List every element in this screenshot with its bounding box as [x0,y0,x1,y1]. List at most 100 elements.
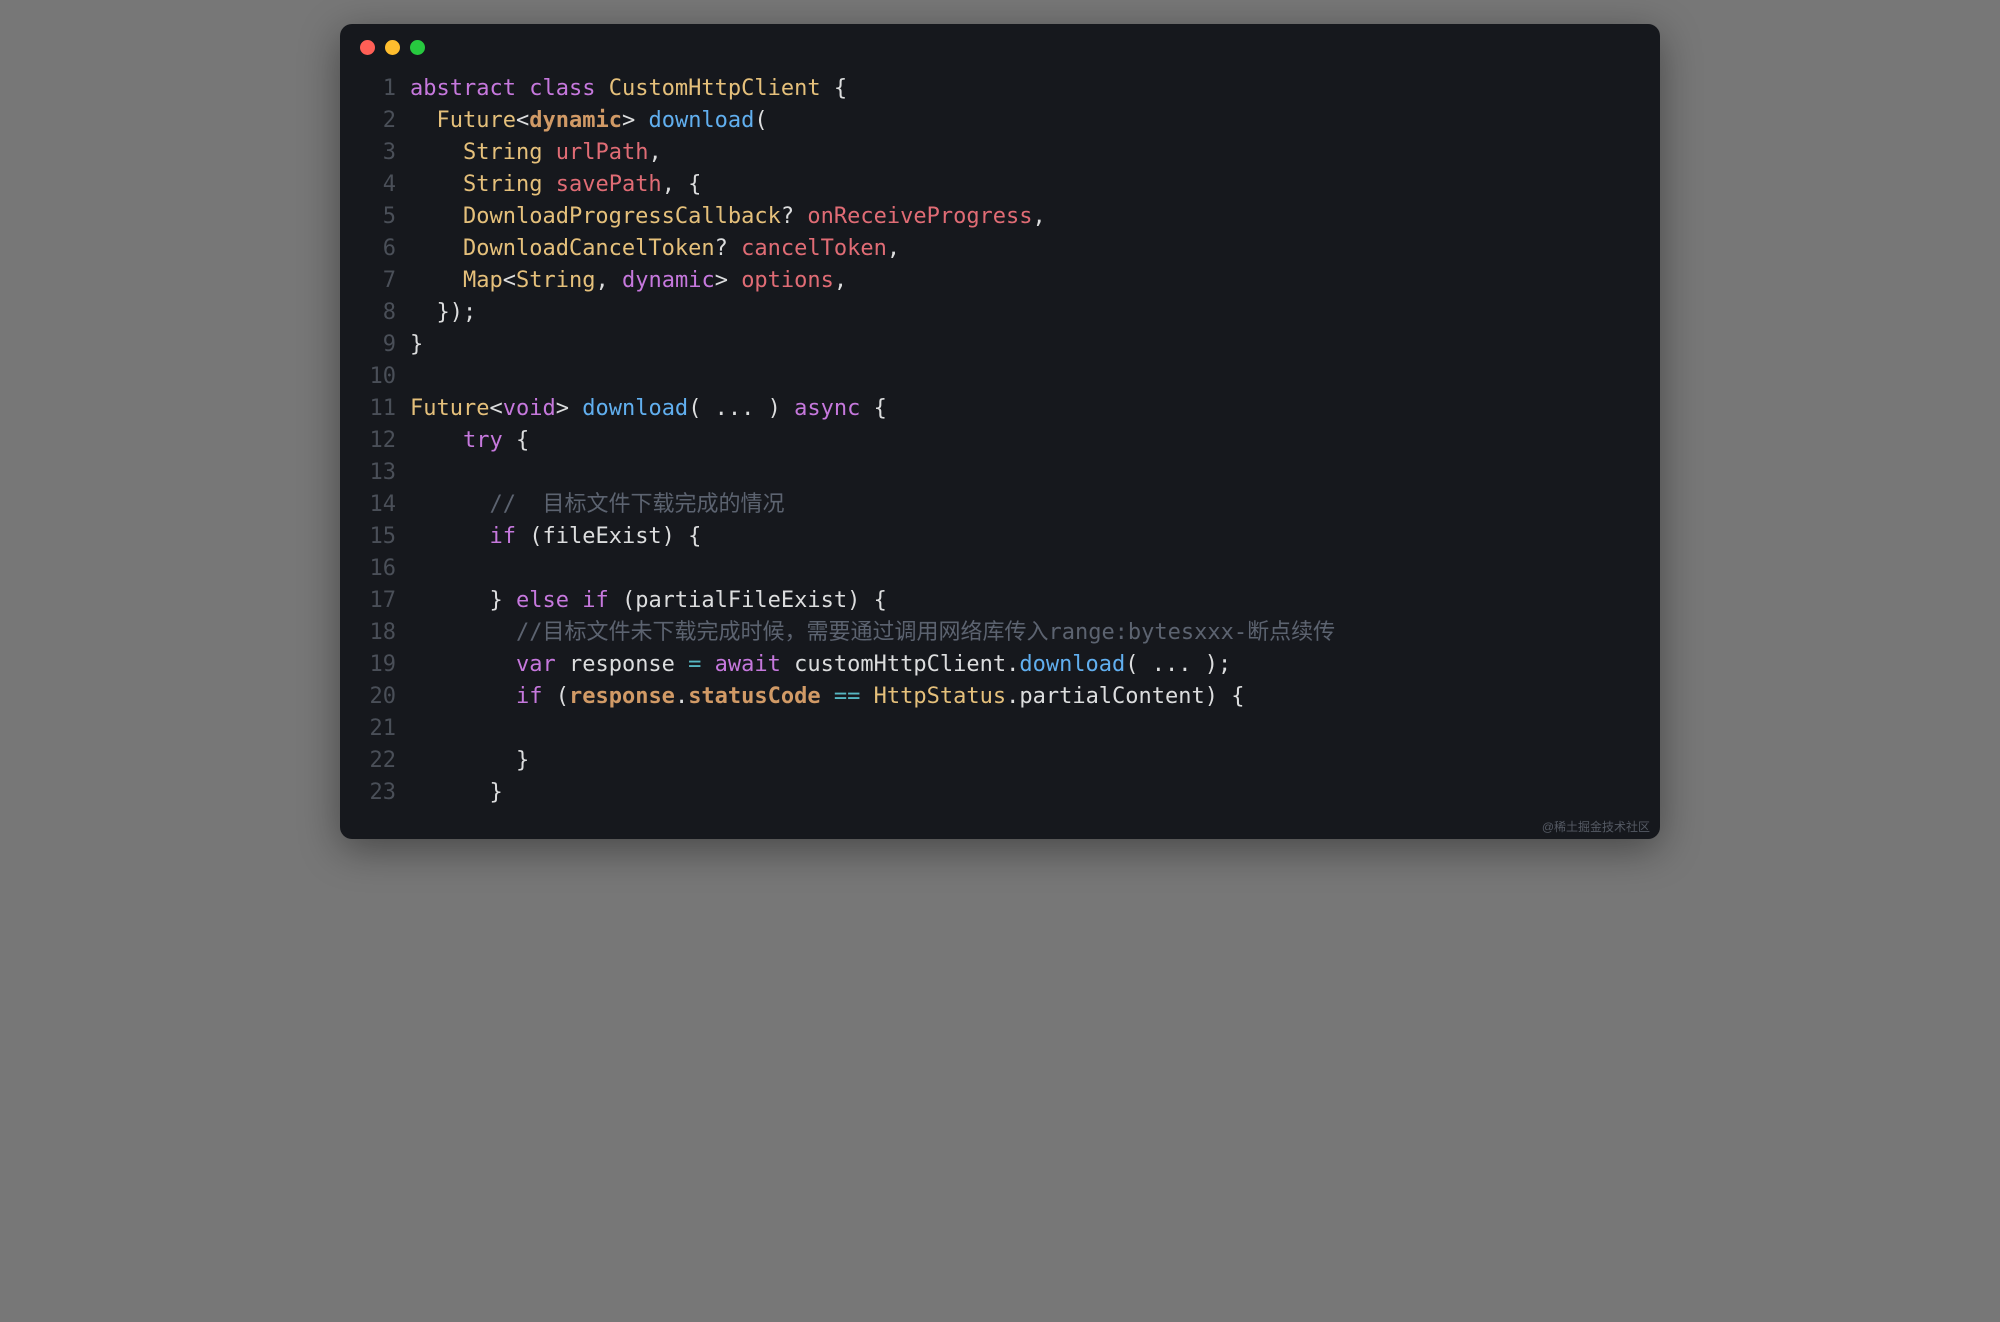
code-token [410,108,437,133]
code-token: download [582,396,688,421]
close-icon[interactable] [360,40,375,55]
line-number: 17 [360,585,396,617]
line-number: 19 [360,649,396,681]
line-content: // 目标文件下载完成的情况 [410,489,1640,521]
line-number: 11 [360,393,396,425]
code-token: ( ... ) [688,396,794,421]
line-number: 4 [360,169,396,201]
line-number: 20 [360,681,396,713]
maximize-icon[interactable] [410,40,425,55]
line-number: 12 [360,425,396,457]
line-number: 2 [360,105,396,137]
code-token: } [410,748,529,773]
code-line: 23 } [360,777,1640,809]
line-content: DownloadProgressCallback? onReceiveProgr… [410,201,1640,233]
code-token: ( [542,684,569,709]
line-number: 21 [360,713,396,745]
code-token: DownloadProgressCallback [463,204,781,229]
code-token: urlPath [556,140,649,165]
code-token [794,204,807,229]
code-token: class [529,76,595,101]
code-line: 6 DownloadCancelToken? cancelToken, [360,233,1640,265]
code-line: 9} [360,329,1640,361]
code-token [860,684,873,709]
code-line: 19 var response = await customHttpClient… [360,649,1640,681]
code-token: if [582,588,609,613]
code-token [516,76,529,101]
code-token: Map [463,268,503,293]
line-number: 16 [360,553,396,585]
code-token [701,652,714,677]
code-token: var [516,652,556,677]
code-line: 7 Map<String, dynamic> options, [360,265,1640,297]
code-token: String [516,268,595,293]
code-token: ( ... ); [1125,652,1231,677]
code-token: .partialContent) { [1006,684,1244,709]
code-token [410,428,463,453]
code-line: 22 } [360,745,1640,777]
line-content: DownloadCancelToken? cancelToken, [410,233,1640,265]
code-token: savePath [556,172,662,197]
line-content: Future<dynamic> download( [410,105,1640,137]
code-token: > [622,108,635,133]
code-token: abstract [410,76,516,101]
line-number: 5 [360,201,396,233]
code-line: 16 [360,553,1640,585]
code-token [410,172,463,197]
line-content [410,457,1640,489]
code-token: == [834,684,861,709]
code-line: 14 // 目标文件下载完成的情况 [360,489,1640,521]
code-token: try [463,428,503,453]
code-line: 2 Future<dynamic> download( [360,105,1640,137]
code-line: 15 if (fileExist) { [360,521,1640,553]
code-line: 18 //目标文件未下载完成时候，需要通过调用网络库传入range:bytesx… [360,617,1640,649]
code-token: //目标文件未下载完成时候，需要通过调用网络库传入range:bytesxxx-… [516,620,1335,645]
code-token: Future [437,108,516,133]
line-number: 8 [360,297,396,329]
code-token: onReceiveProgress [807,204,1032,229]
code-token: > [556,396,569,421]
code-token [821,684,834,709]
code-token: Future [410,396,489,421]
code-token: download [1019,652,1125,677]
line-content: } else if (partialFileExist) { [410,585,1640,617]
code-token: response [569,684,675,709]
code-token: , [1033,204,1046,229]
code-token: String [463,140,542,165]
code-line: 17 } else if (partialFileExist) { [360,585,1640,617]
line-content [410,361,1640,393]
code-token: ? [781,204,794,229]
line-number: 14 [360,489,396,521]
minimize-icon[interactable] [385,40,400,55]
code-token [410,524,489,549]
line-content: Map<String, dynamic> options, [410,265,1640,297]
code-token: download [648,108,754,133]
line-content: } [410,745,1640,777]
code-token [410,620,516,645]
line-content: abstract class CustomHttpClient { [410,73,1640,105]
code-token: } [410,332,423,357]
code-token: , [834,268,847,293]
code-token: statusCode [688,684,820,709]
code-token: // 目标文件下载完成的情况 [489,492,784,517]
code-token: }); [410,300,476,325]
code-token: ? [715,236,728,261]
line-content [410,553,1640,585]
code-token: , [648,140,661,165]
code-line: 3 String urlPath, [360,137,1640,169]
code-token [410,684,516,709]
code-token [569,588,582,613]
titlebar [340,24,1660,63]
code-token: { [860,396,887,421]
code-token: customHttpClient. [781,652,1019,677]
code-token: . [675,684,688,709]
code-area: 1abstract class CustomHttpClient {2 Futu… [340,63,1660,839]
line-number: 1 [360,73,396,105]
code-token: = [688,652,701,677]
line-content: Future<void> download( ... ) async { [410,393,1640,425]
line-content: try { [410,425,1640,457]
code-token: if [489,524,516,549]
code-line: 1 abstract class CustomHttpClient { [360,73,1640,105]
code-token: cancelToken [741,236,887,261]
code-token: (partialFileExist) { [609,588,887,613]
